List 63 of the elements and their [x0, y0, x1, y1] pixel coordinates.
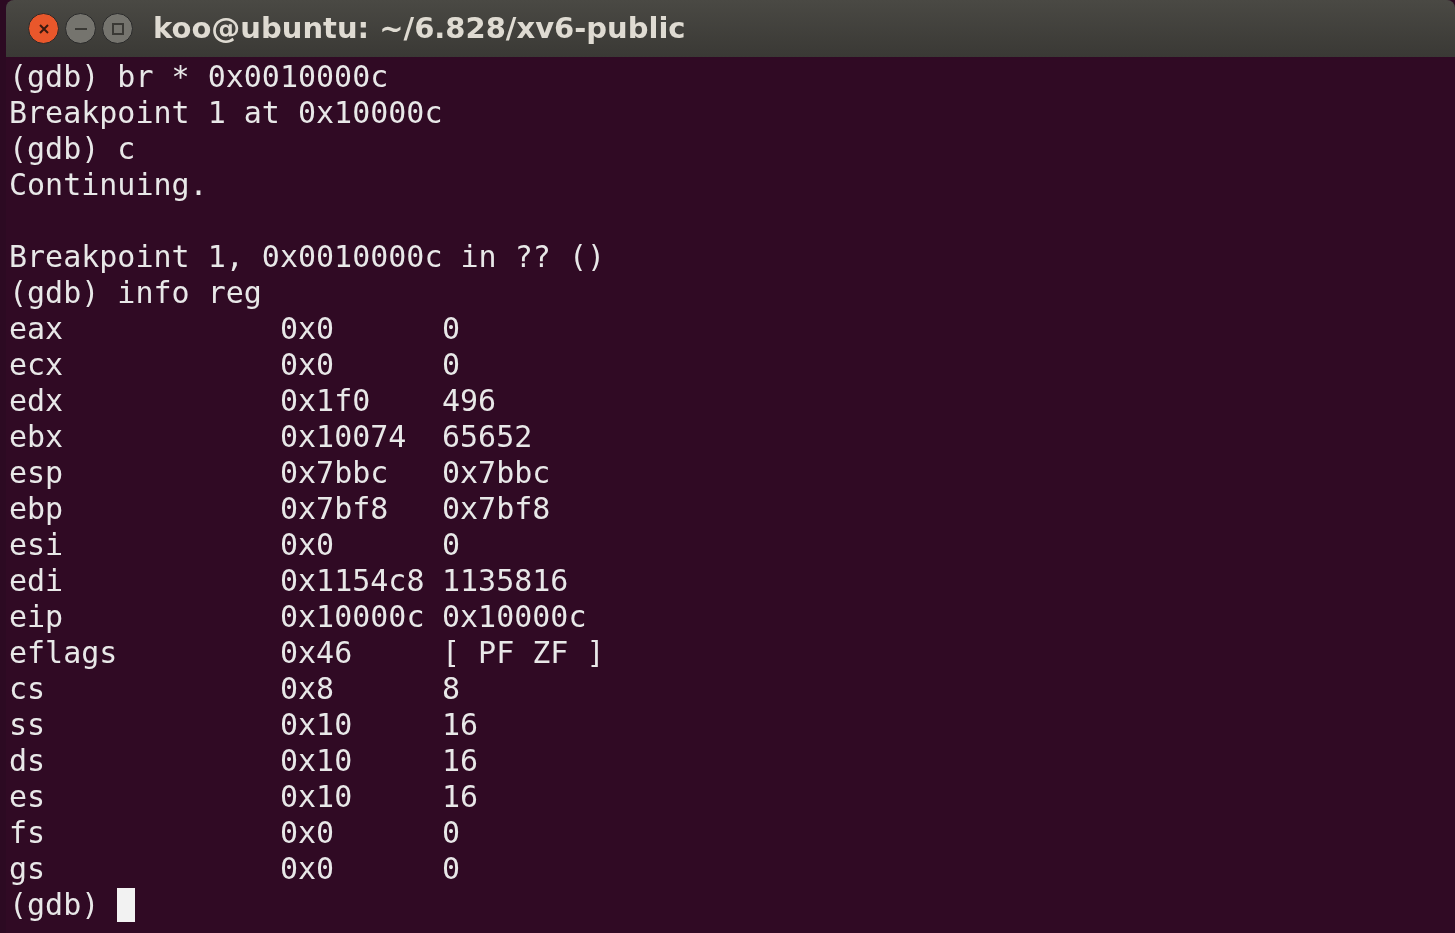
register-name: ds	[9, 743, 47, 779]
terminal-cursor	[117, 888, 136, 922]
register-hex: 0x1f0	[280, 383, 372, 419]
register-value: 8	[442, 671, 461, 707]
register-value: 0	[442, 527, 461, 563]
register-value: 65652	[442, 419, 533, 455]
register-value: 0	[442, 347, 461, 383]
maximize-icon	[110, 21, 125, 36]
register-hex: 0x10	[280, 779, 354, 815]
close-icon	[36, 21, 51, 36]
register-hex: 0x0	[280, 815, 336, 851]
register-name: esi	[9, 527, 65, 563]
register-value: 496	[442, 383, 497, 419]
register-value: 0	[442, 815, 461, 851]
register-value: 1135816	[442, 563, 569, 599]
register-name: esp	[9, 455, 65, 491]
maximize-button[interactable]	[102, 13, 133, 44]
register-hex: 0x7bbc	[280, 455, 390, 491]
register-hex: 0x10	[280, 743, 354, 779]
register-value: 16	[442, 743, 479, 779]
register-name: eax	[9, 311, 65, 347]
register-hex: 0x1154c8	[280, 563, 426, 599]
register-hex: 0x46	[280, 635, 354, 671]
register-value: 0	[442, 311, 461, 347]
window-title: koo@ubuntu: ~/6.828/xv6-public	[153, 9, 686, 47]
terminal-line: (gdb) br * 0x0010000c	[9, 59, 390, 95]
register-name: ebp	[9, 491, 65, 527]
terminal-line: Breakpoint 1, 0x0010000c in ?? ()	[9, 239, 607, 275]
register-name: ecx	[9, 347, 65, 383]
register-name: fs	[9, 815, 47, 851]
close-button[interactable]	[28, 13, 59, 44]
register-name: cs	[9, 671, 47, 707]
register-hex: 0x10	[280, 707, 354, 743]
register-hex: 0x0	[280, 347, 336, 383]
register-name: edi	[9, 563, 65, 599]
register-name: gs	[9, 851, 47, 887]
register-value: 16	[442, 707, 479, 743]
minimize-icon	[73, 26, 88, 31]
register-value: [ PF ZF ]	[442, 635, 605, 671]
register-hex: 0x7bf8	[280, 491, 390, 527]
register-hex: 0x8	[280, 671, 336, 707]
register-hex: 0x0	[280, 851, 336, 887]
register-value: 16	[442, 779, 479, 815]
terminal-line: Breakpoint 1 at 0x10000c	[9, 95, 444, 131]
register-value: 0x7bf8	[442, 491, 551, 527]
register-hex: 0x0	[280, 311, 336, 347]
terminal-line: Continuing.	[9, 167, 209, 203]
terminal-line: (gdb) c	[9, 131, 137, 167]
terminal-prompt: (gdb)	[9, 887, 100, 923]
register-value: 0	[442, 851, 461, 887]
register-name: es	[9, 779, 47, 815]
register-hex: 0x10000c	[280, 599, 426, 635]
minimize-button[interactable]	[65, 13, 96, 44]
register-hex: 0x0	[280, 527, 336, 563]
register-name: ebx	[9, 419, 65, 455]
register-hex: 0x10074	[280, 419, 408, 455]
register-value: 0x7bbc	[442, 455, 551, 491]
register-name: ss	[9, 707, 47, 743]
register-name: edx	[9, 383, 65, 419]
register-name: eip	[9, 599, 65, 635]
register-name: eflags	[9, 635, 119, 671]
register-value: 0x10000c	[442, 599, 587, 635]
terminal-line: (gdb) info reg	[9, 275, 263, 311]
